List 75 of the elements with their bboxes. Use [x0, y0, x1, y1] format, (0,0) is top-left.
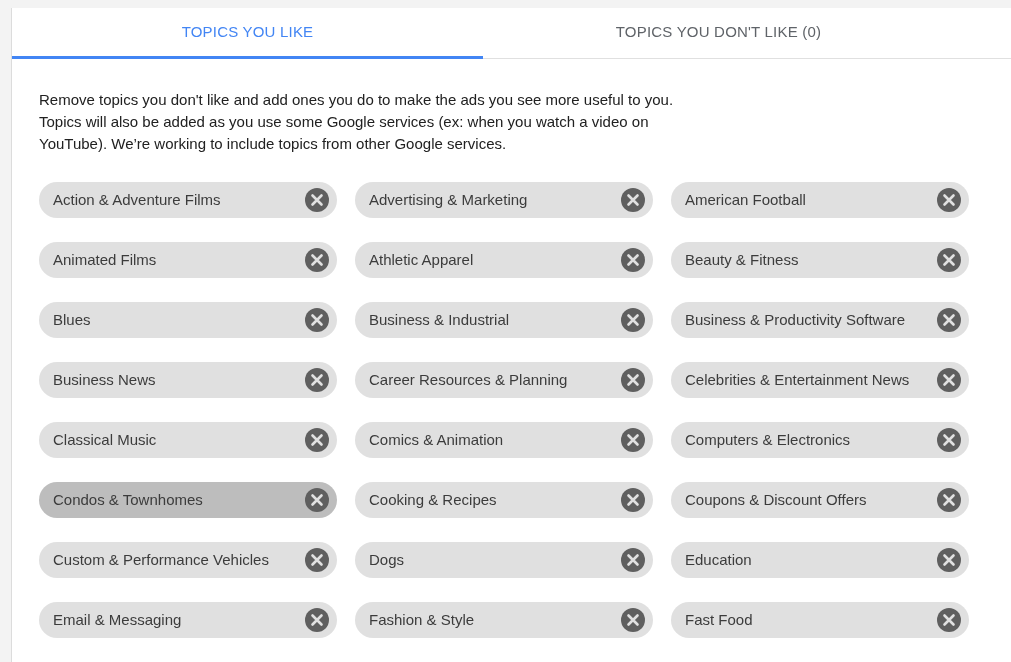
tab[interactable]: TOPICS YOU LIKE: [12, 8, 483, 59]
remove-icon[interactable]: [305, 368, 329, 392]
remove-icon[interactable]: [937, 608, 961, 632]
topic-chip[interactable]: Animated Films: [39, 242, 337, 278]
remove-icon[interactable]: [937, 428, 961, 452]
remove-icon[interactable]: [621, 248, 645, 272]
topic-label: Classical Music: [53, 429, 157, 450]
topic-chip[interactable]: Computers & Electronics: [671, 422, 969, 458]
topic-chip[interactable]: Action & Adventure Films: [39, 182, 337, 218]
topic-label: Business & Industrial: [369, 309, 510, 330]
topic-chip[interactable]: Advertising & Marketing: [355, 182, 653, 218]
topic-label: Comics & Animation: [369, 429, 504, 450]
topic-label: Business & Productivity Software: [685, 309, 906, 330]
topic-label: Blues: [53, 309, 91, 330]
topic-chip[interactable]: Education: [671, 542, 969, 578]
topic-chip[interactable]: Classical Music: [39, 422, 337, 458]
description: Remove topics you don't like and add ones you do to make the ads you see more useful to you. Topics will also be added as you use some Google services (ex: when you watch a video on YouTube). We’re working to include topics from other Google services.: [39, 90, 675, 154]
remove-icon[interactable]: [305, 308, 329, 332]
topic-label: Condos & Townhomes: [53, 489, 203, 510]
topic-label: Dogs: [369, 549, 405, 570]
topic-label: Beauty & Fitness: [685, 249, 799, 270]
topic-chip[interactable]: Business & Productivity Software: [671, 302, 969, 338]
topic-chip[interactable]: Celebrities & Entertainment News: [671, 362, 969, 398]
remove-icon[interactable]: [305, 608, 329, 632]
remove-icon[interactable]: [937, 188, 961, 212]
remove-icon[interactable]: [937, 308, 961, 332]
remove-icon[interactable]: [305, 488, 329, 512]
topic-chip[interactable]: Dogs: [355, 542, 653, 578]
remove-icon[interactable]: [937, 368, 961, 392]
remove-icon[interactable]: [621, 488, 645, 512]
topic-label: Animated Films: [53, 249, 157, 270]
remove-icon[interactable]: [937, 488, 961, 512]
remove-icon[interactable]: [621, 608, 645, 632]
topic-label: Computers & Electronics: [685, 429, 851, 450]
remove-icon[interactable]: [621, 368, 645, 392]
topic-label: Career Resources & Planning: [369, 369, 568, 390]
topic-label: American Football: [685, 189, 806, 210]
topic-label: Fashion & Style: [369, 609, 475, 630]
remove-icon[interactable]: [621, 428, 645, 452]
topic-chip[interactable]: Condos & Townhomes: [39, 482, 337, 518]
topic-chip[interactable]: Business & Industrial: [355, 302, 653, 338]
topic-label: Advertising & Marketing: [369, 189, 528, 210]
topic-label: Celebrities & Entertainment News: [685, 369, 910, 390]
topic-label: Coupons & Discount Offers: [685, 489, 867, 510]
remove-icon[interactable]: [621, 188, 645, 212]
remove-icon[interactable]: [621, 308, 645, 332]
remove-icon[interactable]: [937, 248, 961, 272]
remove-icon[interactable]: [305, 188, 329, 212]
topic-chip[interactable]: American Football: [671, 182, 969, 218]
topic-label: Athletic Apparel: [369, 249, 474, 270]
topic-chip[interactable]: Business News: [39, 362, 337, 398]
topic-chip[interactable]: Cooking & Recipes: [355, 482, 653, 518]
topic-chip[interactable]: Blues: [39, 302, 337, 338]
topic-chip[interactable]: Fast Food: [671, 602, 969, 638]
remove-icon[interactable]: [305, 248, 329, 272]
topic-label: Action & Adventure Films: [53, 189, 221, 210]
remove-icon[interactable]: [937, 548, 961, 572]
topic-chip[interactable]: Comics & Animation: [355, 422, 653, 458]
topic-chip[interactable]: Athletic Apparel: [355, 242, 653, 278]
topic-label: Business News: [53, 369, 156, 390]
topic-chip[interactable]: Beauty & Fitness: [671, 242, 969, 278]
topic-label: Education: [685, 549, 752, 570]
topic-label: Custom & Performance Vehicles: [53, 549, 269, 570]
topic-chip[interactable]: Fashion & Style: [355, 602, 653, 638]
remove-icon[interactable]: [621, 548, 645, 572]
topic-label: Email & Messaging: [53, 609, 182, 630]
topic-chip[interactable]: Coupons & Discount Offers: [671, 482, 969, 518]
tab[interactable]: TOPICS YOU DON'T LIKE (0): [483, 8, 954, 59]
remove-icon[interactable]: [305, 548, 329, 572]
topic-label: Cooking & Recipes: [369, 489, 497, 510]
topic-chip[interactable]: Email & Messaging: [39, 602, 337, 638]
remove-icon[interactable]: [305, 428, 329, 452]
topic-chip[interactable]: Custom & Performance Vehicles: [39, 542, 337, 578]
topic-label: Fast Food: [685, 609, 753, 630]
topic-chip[interactable]: Career Resources & Planning: [355, 362, 653, 398]
